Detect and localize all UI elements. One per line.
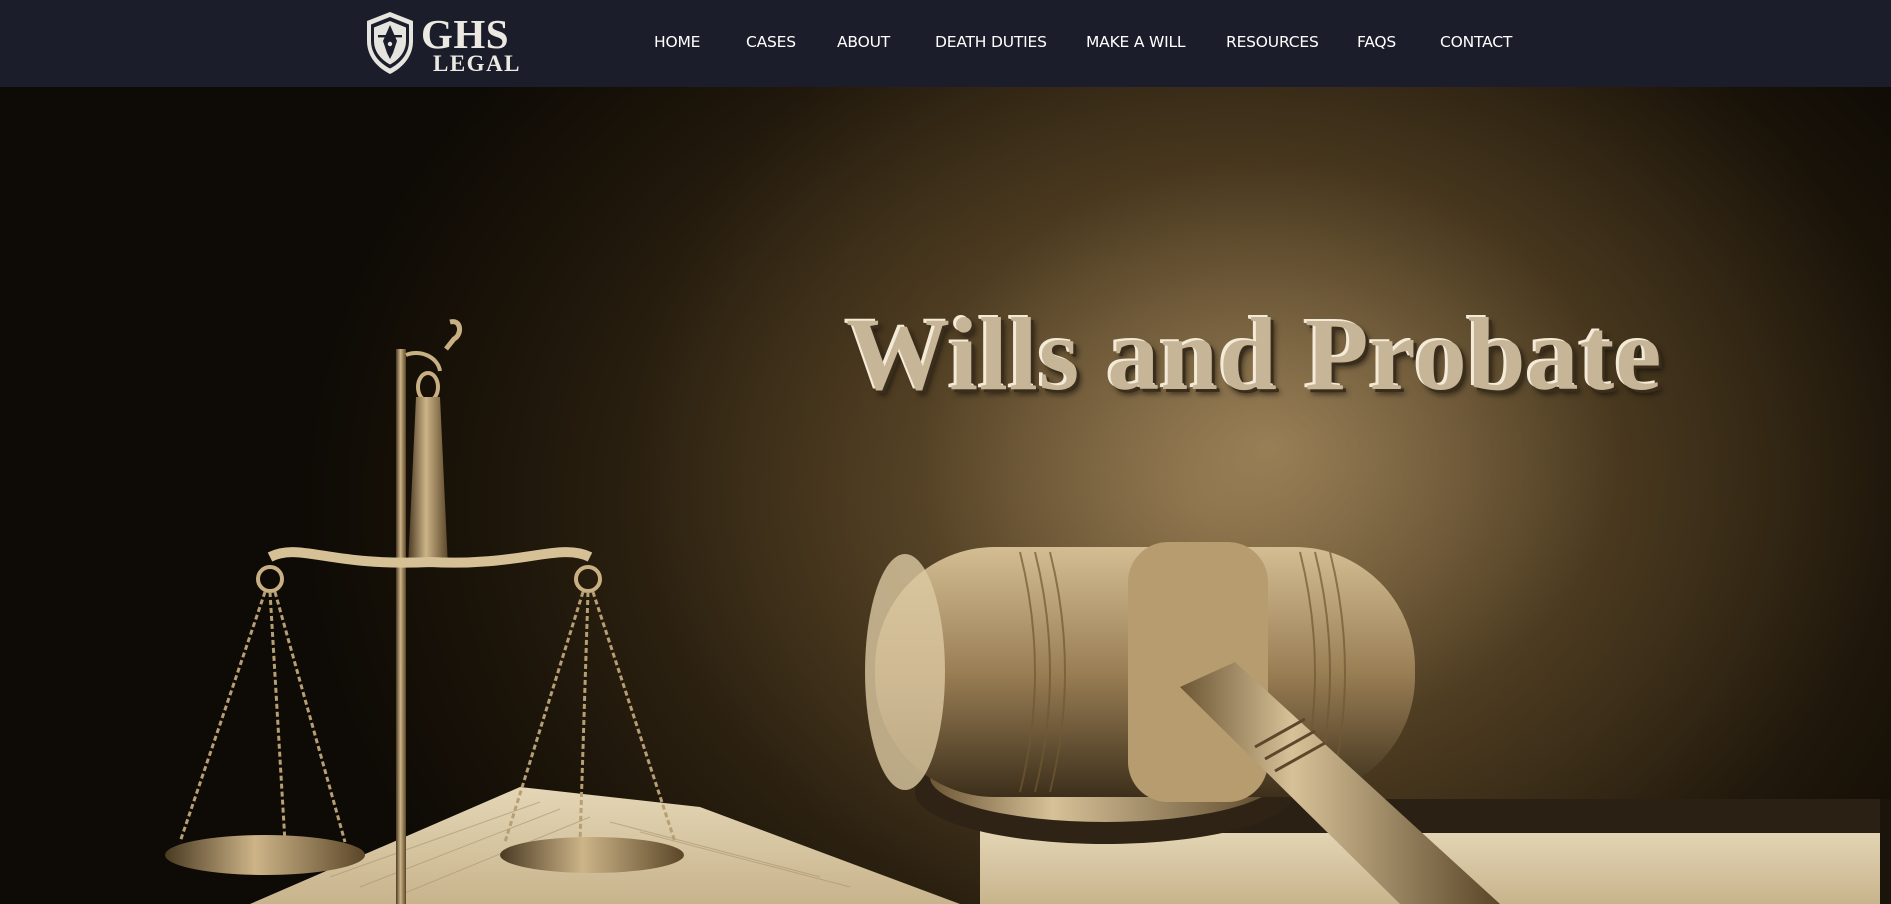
nav-about[interactable]: ABOUT <box>837 32 890 52</box>
site-header: GHS LEGAL HOME CASES ABOUT DEATH DUTIES … <box>0 0 1891 87</box>
nav-contact[interactable]: CONTACT <box>1440 32 1512 52</box>
main-nav: HOME CASES ABOUT DEATH DUTIES MAKE A WIL… <box>0 0 1891 87</box>
nav-resources[interactable]: RESOURCES <box>1226 32 1319 52</box>
hero-banner: Wills and Probate <box>0 87 1891 904</box>
nav-home[interactable]: HOME <box>654 32 700 52</box>
nav-make-a-will[interactable]: MAKE A WILL <box>1086 32 1186 52</box>
page: GHS LEGAL HOME CASES ABOUT DEATH DUTIES … <box>0 0 1891 904</box>
hero-background-image <box>165 319 1891 904</box>
nav-cases[interactable]: CASES <box>746 32 796 52</box>
hero-title: Wills and Probate <box>846 297 1663 412</box>
nav-faqs[interactable]: FAQS <box>1357 32 1396 52</box>
nav-death-duties[interactable]: DEATH DUTIES <box>935 32 1047 52</box>
